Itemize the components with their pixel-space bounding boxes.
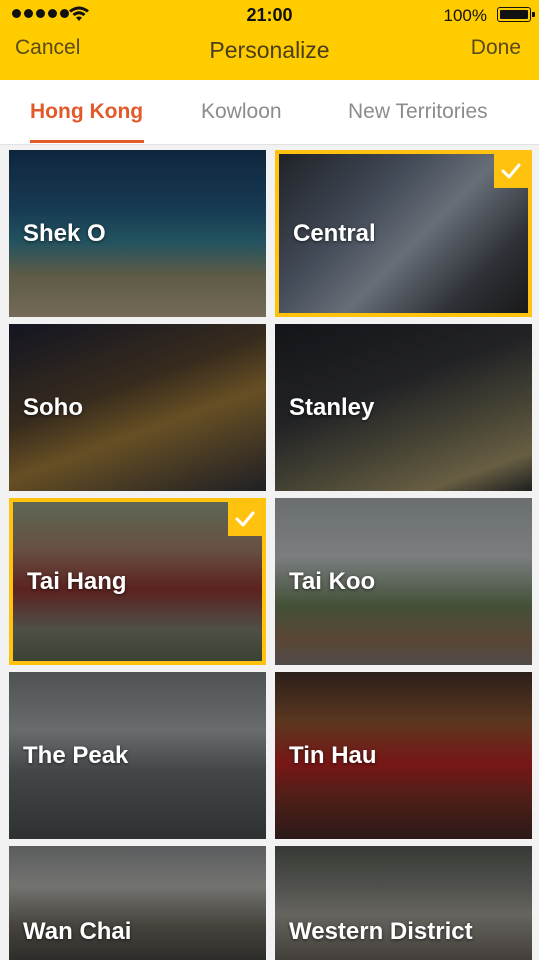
district-tile-the-peak[interactable]: The Peak: [9, 672, 266, 839]
active-tab-indicator: [30, 140, 144, 143]
selected-check-icon: [228, 502, 262, 536]
tab-hong-kong[interactable]: Hong Kong: [30, 100, 143, 124]
district-label: Stanley: [289, 393, 375, 421]
battery-icon: [497, 7, 535, 22]
district-tile-tai-hang[interactable]: Tai Hang: [9, 498, 266, 665]
region-tabs: Hong Kong Kowloon New Territories: [0, 80, 539, 145]
selected-check-icon: [494, 154, 528, 188]
district-label: Tai Koo: [289, 567, 376, 595]
district-grid: Shek O Central Soho Stanley Tai Hang Tai…: [0, 145, 539, 960]
tab-new-territories[interactable]: New Territories: [348, 100, 488, 124]
district-tile-tai-koo[interactable]: Tai Koo: [275, 498, 532, 665]
district-tile-shek-o[interactable]: Shek O: [9, 150, 266, 317]
district-label: Tai Hang: [27, 567, 127, 595]
district-tile-tin-hau[interactable]: Tin Hau: [275, 672, 532, 839]
district-label: Western District: [289, 918, 473, 945]
district-label: Wan Chai: [23, 918, 132, 945]
done-button[interactable]: Done: [471, 36, 521, 60]
district-label: The Peak: [23, 741, 129, 769]
tab-kowloon[interactable]: Kowloon: [201, 100, 282, 124]
page-title: Personalize: [209, 37, 330, 63]
district-tile-stanley[interactable]: Stanley: [275, 324, 532, 491]
status-bar: 21:00 100%: [0, 0, 539, 30]
district-label: Shek O: [23, 219, 106, 247]
top-bar: 21:00 100% Cancel Personalize Done: [0, 0, 539, 80]
district-tile-western-district[interactable]: Western District: [275, 846, 532, 960]
district-label: Tin Hau: [289, 741, 377, 769]
district-tile-wan-chai[interactable]: Wan Chai: [9, 846, 266, 960]
battery-percent: 100%: [443, 6, 487, 25]
district-label: Central: [293, 219, 376, 247]
district-tile-soho[interactable]: Soho: [9, 324, 266, 491]
district-tile-central[interactable]: Central: [275, 150, 532, 317]
district-label: Soho: [23, 393, 83, 421]
